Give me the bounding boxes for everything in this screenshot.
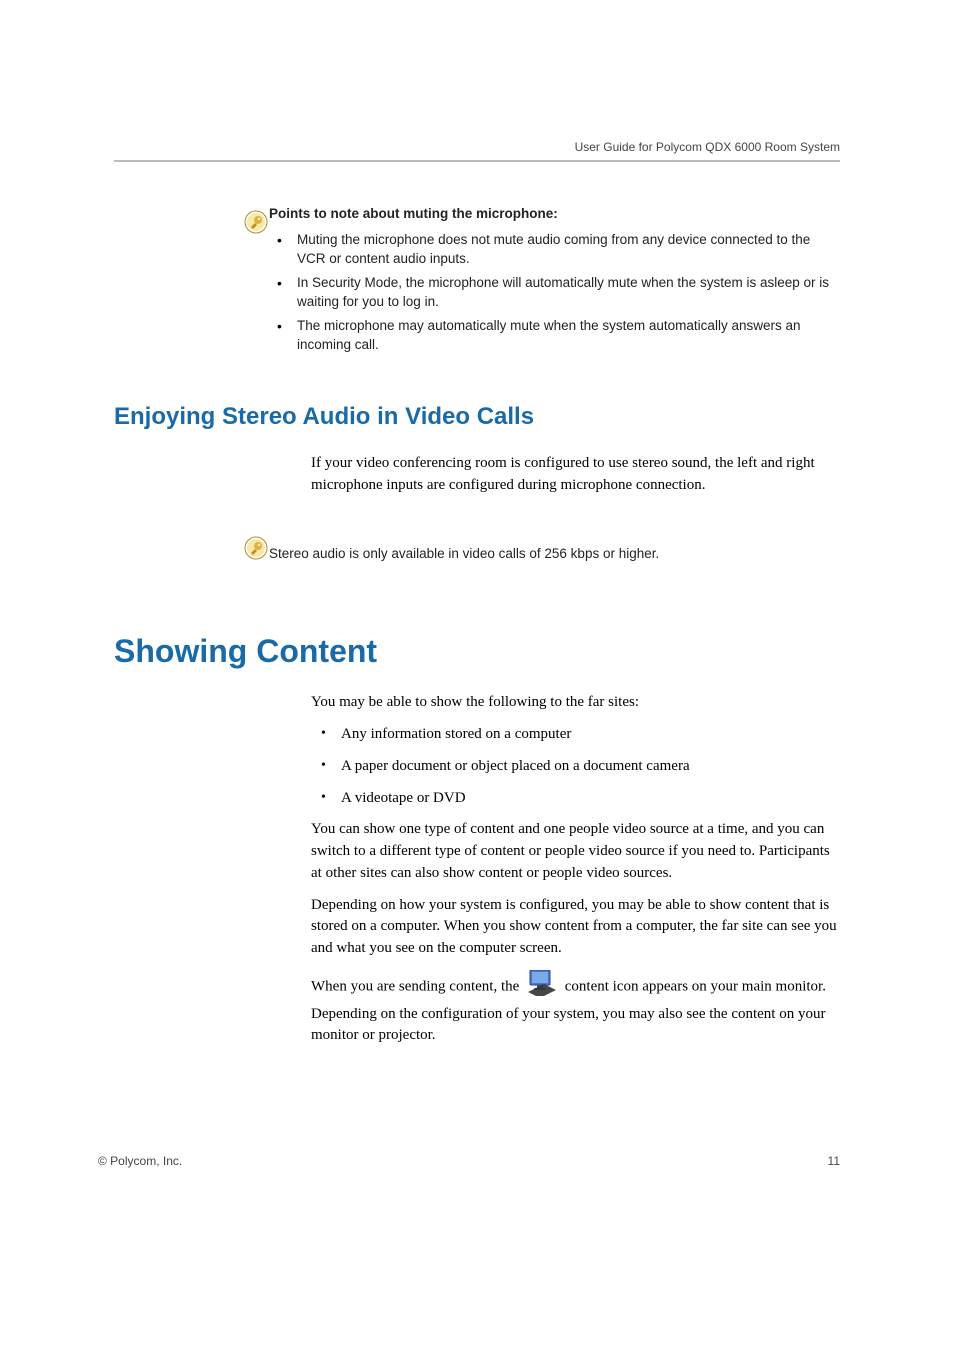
note-list: Muting the microphone does not mute audi… [269,230,830,355]
note-list-item: The microphone may automatically mute wh… [269,316,830,355]
content-monitor-icon [526,970,558,1004]
note-list-item: In Security Mode, the microphone will au… [269,273,830,312]
content-type-item: A videotape or DVD [311,788,840,810]
stereo-audio-para: If your video conferencing room is confi… [311,453,840,497]
para4-part-a: When you are sending content, the [311,978,519,994]
note-content: Stereo audio is only available in video … [269,530,840,565]
pushpin-icon [244,536,268,560]
heading-stereo-audio: Enjoying Stereo Audio in Video Calls [114,403,840,431]
content-type-list: Any information stored on a computer A p… [311,724,840,809]
showing-content-para4: When you are sending content, the conten… [311,970,840,1047]
showing-content-intro: You may be able to show the following to… [311,692,840,714]
note-icon-column [114,530,269,565]
footer-copyright: © Polycom, Inc. [98,1154,182,1168]
heading-showing-content: Showing Content [114,633,840,670]
note-box-muting: Points to note about muting the micropho… [114,204,840,359]
page-header-title: User Guide for Polycom QDX 6000 Room Sys… [114,140,840,154]
pushpin-icon [244,210,268,234]
header-divider [114,160,840,162]
showing-content-body: You may be able to show the following to… [311,692,840,1047]
content-type-item: Any information stored on a computer [311,724,840,746]
content-type-item: A paper document or object placed on a d… [311,756,840,778]
note-list-item: Muting the microphone does not mute audi… [269,230,830,269]
page-footer: © Polycom, Inc. 11 [98,1154,840,1168]
stereo-audio-body: If your video conferencing room is confi… [311,453,840,497]
showing-content-para2: You can show one type of content and one… [311,819,840,884]
footer-page-number: 11 [828,1154,840,1168]
note-box-stereo: Stereo audio is only available in video … [114,530,840,565]
note-title: Points to note about muting the micropho… [269,204,830,224]
note-icon-column [114,204,269,359]
showing-content-para3: Depending on how your system is configur… [311,895,840,960]
note-content: Points to note about muting the micropho… [269,204,840,359]
